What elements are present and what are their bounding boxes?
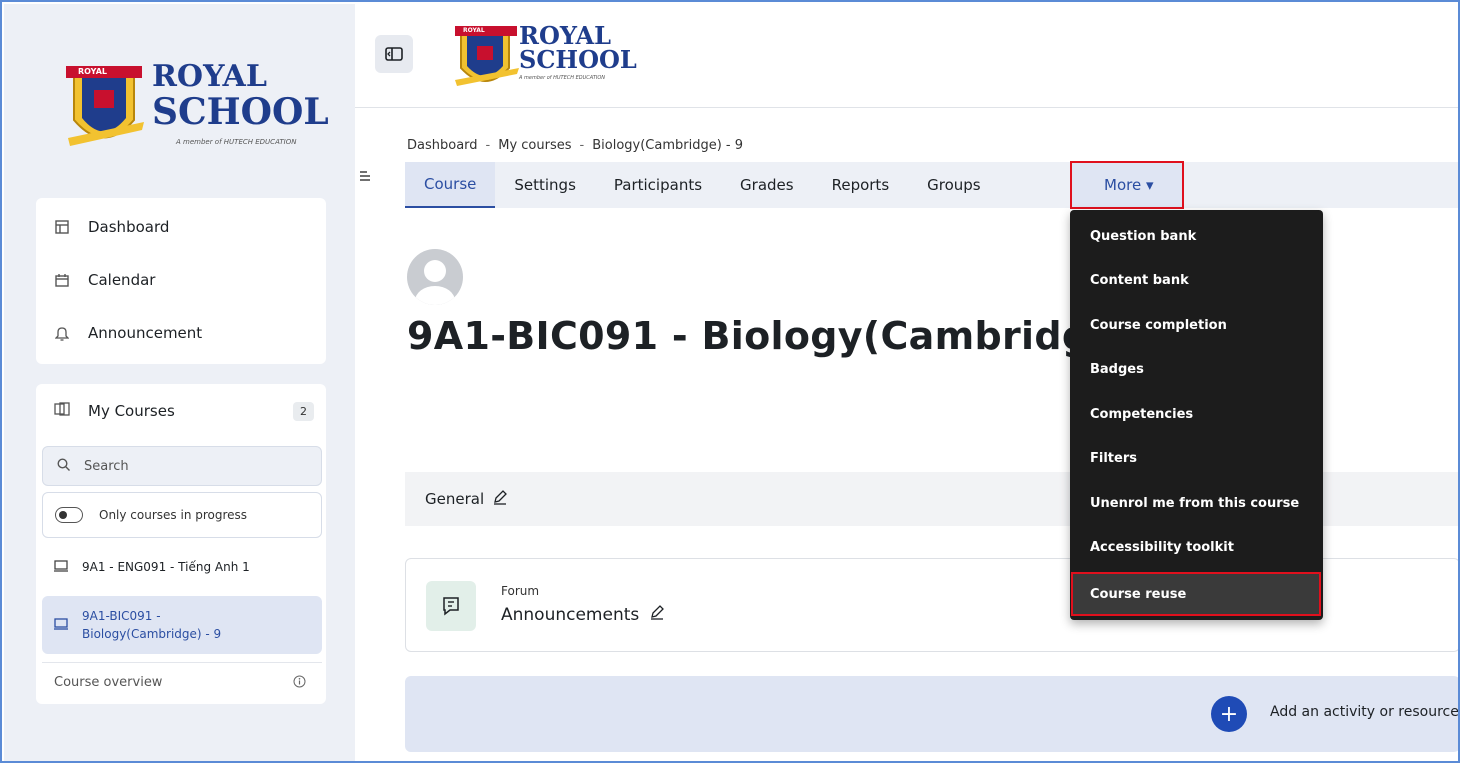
nav-announcement-label: Announcement — [88, 324, 203, 342]
laptop-icon — [54, 617, 68, 633]
toggle-drawer-button[interactable] — [375, 35, 413, 73]
bell-icon — [54, 325, 70, 341]
add-activity-button[interactable]: + — [1211, 696, 1247, 732]
forum-icon — [426, 581, 476, 631]
course-item-label: 9A1-BIC091 - Biology(Cambridge) - 9 — [82, 607, 221, 643]
in-progress-toggle-row[interactable]: Only courses in progress — [42, 492, 322, 538]
course-item-label-line2: Biology(Cambridge) - 9 — [82, 627, 222, 641]
tab-course[interactable]: Course — [405, 162, 496, 208]
course-overview-label: Course overview — [54, 675, 163, 690]
menu-item-content-bank[interactable]: Content bank — [1070, 260, 1323, 300]
nav-dashboard-label: Dashboard — [88, 218, 170, 236]
course-item-eng091[interactable]: 9A1 - ENG091 - Tiếng Anh 1 — [42, 550, 322, 584]
sidebar-toggle-icon — [385, 47, 403, 61]
tab-participants[interactable]: Participants — [595, 162, 721, 208]
edit-pencil-icon[interactable] — [649, 604, 665, 625]
plus-icon: + — [1219, 701, 1239, 727]
menu-item-competencies[interactable]: Competencies — [1070, 394, 1323, 434]
more-dropdown-menu: Question bank Content bank Course comple… — [1070, 210, 1323, 620]
breadcrumb-course[interactable]: Biology(Cambridge) - 9 — [592, 138, 743, 153]
browser-frame: ROYAL SCHOOL A member of HUTECH EDUCATIO… — [0, 0, 1460, 763]
logo-ribbon-text: ROYAL — [78, 67, 107, 76]
laptop-icon — [54, 559, 68, 575]
search-placeholder: Search — [84, 458, 129, 474]
menu-item-accessibility-toolkit[interactable]: Accessibility toolkit — [1070, 527, 1323, 567]
in-progress-toggle[interactable] — [55, 507, 83, 523]
activity-type: Forum — [501, 584, 540, 598]
course-item-label-line1: 9A1-BIC091 - — [82, 609, 161, 623]
search-icon — [57, 457, 70, 475]
menu-item-unenrol[interactable]: Unenrol me from this course — [1070, 483, 1323, 523]
tab-reports[interactable]: Reports — [813, 162, 909, 208]
menu-item-course-completion[interactable]: Course completion — [1070, 305, 1323, 345]
menu-item-course-reuse[interactable]: Course reuse — [1071, 572, 1321, 616]
header-logo-line2: SCHOOL — [519, 45, 637, 74]
nav-announcement[interactable]: Announcement — [54, 315, 202, 351]
menu-item-question-bank[interactable]: Question bank — [1070, 216, 1323, 256]
header-logo[interactable]: ROYAL SCHOOL A member of HUTECH EDUCATIO… — [453, 22, 653, 94]
main-nav-card: Dashboard Calendar Announcement — [36, 198, 326, 364]
courses-icon — [54, 402, 70, 420]
tab-grades[interactable]: Grades — [721, 162, 813, 208]
user-avatar-icon — [415, 260, 455, 305]
header-logo-tagline: A member of HUTECH EDUCATION — [519, 75, 606, 81]
tab-groups[interactable]: Groups — [908, 162, 999, 208]
add-activity-label[interactable]: Add an activity or resource — [1270, 704, 1458, 720]
section-title: General — [425, 490, 485, 508]
breadcrumb: Dashboard - My courses - Biology(Cambrid… — [407, 138, 743, 153]
menu-item-filters[interactable]: Filters — [1070, 438, 1323, 478]
breadcrumb-dashboard[interactable]: Dashboard — [407, 138, 478, 153]
sidebar-logo[interactable]: ROYAL SCHOOL A member of HUTECH EDUCATIO… — [64, 59, 329, 160]
course-index-icon — [360, 171, 370, 181]
course-item-label: 9A1 - ENG091 - Tiếng Anh 1 — [82, 560, 250, 574]
activity-name: Announcements — [501, 604, 640, 625]
my-courses-title: My Courses — [88, 402, 175, 420]
nav-calendar[interactable]: Calendar — [54, 262, 155, 298]
logo-tagline: A member of HUTECH EDUCATION — [176, 138, 297, 146]
tab-more[interactable]: More ▾ — [1070, 161, 1185, 209]
breadcrumb-my-courses[interactable]: My courses — [498, 138, 571, 153]
breadcrumb-separator: - — [485, 138, 491, 153]
course-item-bic091[interactable]: 9A1-BIC091 - Biology(Cambridge) - 9 — [42, 596, 322, 654]
header-logo-ribbon-text: ROYAL — [463, 27, 485, 34]
left-drawer: ROYAL SCHOOL A member of HUTECH EDUCATIO… — [4, 4, 355, 761]
breadcrumb-separator: - — [579, 138, 585, 153]
courses-count-badge: 2 — [293, 402, 314, 421]
dashboard-icon — [54, 219, 70, 235]
nav-dashboard[interactable]: Dashboard — [54, 209, 169, 245]
my-courses-card: My Courses 2 Search Only courses in prog… — [36, 384, 326, 704]
nav-calendar-label: Calendar — [88, 271, 156, 289]
info-icon[interactable] — [293, 675, 306, 692]
calendar-icon — [54, 272, 70, 288]
edit-pencil-icon[interactable] — [492, 489, 508, 509]
my-courses-header[interactable]: My Courses — [54, 402, 175, 420]
menu-item-badges[interactable]: Badges — [1070, 349, 1323, 389]
secondary-navigation: Course Settings Participants Grades Repo… — [405, 161, 1458, 209]
course-overview-row[interactable]: Course overview — [42, 662, 322, 692]
activity-link[interactable]: Announcements — [501, 604, 665, 625]
course-index-button[interactable] — [355, 146, 375, 206]
top-navbar: ROYAL SCHOOL A member of HUTECH EDUCATIO… — [355, 4, 1458, 108]
course-search-input[interactable]: Search — [42, 446, 322, 486]
logo-line1: ROYAL — [152, 59, 267, 94]
add-activity-bar: + Add an activity or resource — [405, 676, 1458, 752]
tab-settings[interactable]: Settings — [495, 162, 595, 208]
in-progress-toggle-label: Only courses in progress — [99, 508, 248, 522]
logo-line2: SCHOOL — [152, 91, 329, 133]
course-avatar — [407, 249, 463, 305]
